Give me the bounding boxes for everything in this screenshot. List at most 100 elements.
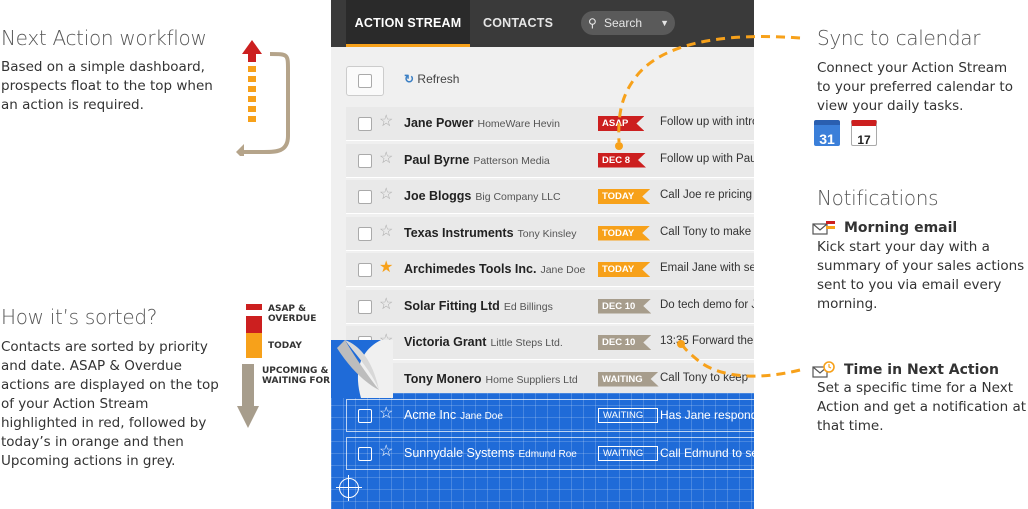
refresh-button[interactable]: ↻ Refresh xyxy=(404,72,459,86)
float-up-arrow-icon xyxy=(236,40,290,156)
tab-action-stream[interactable]: ACTION STREAM xyxy=(346,0,470,47)
star-icon[interactable]: ★ xyxy=(379,259,393,277)
contact-name-text: Texas Instruments xyxy=(404,225,514,240)
contact-company: Jane Doe xyxy=(460,411,503,422)
top-nav-bar: ACTION STREAM CONTACTS ⚲ Search ▼ xyxy=(331,0,754,47)
contact-name[interactable]: Victoria Grant Little Steps Ltd. xyxy=(404,335,563,349)
workflow-text: Based on a simple dashboard, prospects f… xyxy=(1,59,213,113)
contact-name-text: Sunnydale Systems xyxy=(404,446,515,460)
ical-calendar-icon[interactable]: 17 xyxy=(851,120,877,147)
star-icon[interactable]: ☆ xyxy=(379,186,393,204)
contact-company: Edmund Roe xyxy=(518,449,577,460)
table-row[interactable]: ☆ Joe Bloggs Big Company LLC TODAY Call Joe … xyxy=(346,180,754,214)
status-badge: DEC 8 xyxy=(598,153,646,168)
contact-name-text: Acme Inc xyxy=(404,408,457,422)
blueprint-area: ☆ Acme Inc Jane Doe WAITING Has Jane respond… xyxy=(331,393,754,509)
notifications-title: Notifications xyxy=(817,186,939,210)
search-box[interactable]: ⚲ Search ▼ xyxy=(581,11,675,35)
google-calendar-icon[interactable]: 31 xyxy=(814,120,840,147)
table-row[interactable]: ☆ Paul Byrne Patterson Media DEC 8 Follow up… xyxy=(346,143,754,178)
blueprint-row[interactable]: ☆ Acme Inc Jane Doe WAITING Has Jane respond xyxy=(346,399,754,432)
contact-name[interactable]: Tony Monero Home Suppliers Ltd xyxy=(404,372,578,386)
status-badge: TODAY xyxy=(598,226,650,241)
next-action-text[interactable]: Email Jane with se xyxy=(660,262,754,274)
table-row[interactable]: ☆ Jane Power HomeWare Hevin ASAP Follow up w… xyxy=(346,107,754,141)
workflow-title: Next Action workflow xyxy=(1,26,207,50)
legend-today-label: TODAY xyxy=(268,341,302,351)
status-badge: ASAP xyxy=(598,116,644,131)
contact-name-text: Jane Power xyxy=(404,116,474,130)
row-checkbox[interactable] xyxy=(358,226,372,241)
contact-company: Jane Doe xyxy=(540,264,586,276)
contact-name[interactable]: Archimedes Tools Inc. Jane Doe xyxy=(404,262,585,276)
contact-company: Home Suppliers Ltd xyxy=(485,373,578,386)
row-checkbox[interactable] xyxy=(358,409,372,423)
next-action-text[interactable]: Call Joe re pricing xyxy=(660,189,752,201)
contact-company: Tony Kinsley xyxy=(517,227,577,240)
status-badge: WAITING xyxy=(598,446,659,461)
contact-company: Little Steps Ltd. xyxy=(490,337,563,349)
chevron-down-icon[interactable]: ▼ xyxy=(660,11,669,35)
sorted-title: How it’s sorted? xyxy=(1,305,158,329)
star-icon[interactable]: ☆ xyxy=(379,443,393,461)
morning-email-text: Kick start your day with a summary of yo… xyxy=(817,239,1025,312)
contact-name[interactable]: Sunnydale Systems Edmund Roe xyxy=(404,446,577,460)
next-action-text[interactable]: Call Edmund to se xyxy=(660,446,754,460)
contact-company: HomeWare Hevin xyxy=(477,118,560,130)
sorted-text: Contacts are sorted by priority and date… xyxy=(1,339,219,469)
contact-company: Ed Billings xyxy=(503,300,553,313)
row-checkbox[interactable] xyxy=(358,263,372,277)
ical-calendar-day: 17 xyxy=(857,133,871,147)
action-stream-app: ACTION STREAM CONTACTS ⚲ Search ▼ ↻ Refr… xyxy=(331,0,754,509)
contact-name[interactable]: Acme Inc Jane Doe xyxy=(404,408,503,422)
star-icon[interactable]: ☆ xyxy=(379,405,393,423)
email-icon xyxy=(812,221,835,235)
crosshair-icon xyxy=(336,475,362,501)
legend-upcoming-label: UPCOMING & WAITING FOR xyxy=(262,366,331,386)
next-action-text[interactable]: Follow up with Paul xyxy=(660,153,754,165)
sync-text: Connect your Action Stream to your prefe… xyxy=(817,60,1013,114)
star-icon[interactable]: ☆ xyxy=(379,113,393,131)
star-icon[interactable]: ☆ xyxy=(379,150,393,168)
table-row[interactable]: ☆ Texas Instruments Tony Kinsley TODAY Call … xyxy=(346,216,754,251)
next-action-text[interactable]: Follow up with intro xyxy=(660,116,754,128)
row-checkbox[interactable] xyxy=(358,117,372,131)
star-icon[interactable]: ☆ xyxy=(379,223,393,241)
row-checkbox[interactable] xyxy=(358,299,372,314)
contact-name-text: Tony Monero xyxy=(404,371,482,386)
row-checkbox[interactable] xyxy=(358,190,372,204)
refresh-label: Refresh xyxy=(417,72,460,86)
status-badge: TODAY xyxy=(598,189,650,204)
status-badge: DEC 10 xyxy=(598,299,651,314)
contact-name[interactable]: Texas Instruments Tony Kinsley xyxy=(404,226,576,240)
next-action-text[interactable]: Do tech demo for J xyxy=(660,299,754,311)
table-row[interactable]: ☆Tony MoneroHome Suppliers LtdWAITINGCal… xyxy=(346,362,754,397)
contact-name[interactable]: Paul Byrne Patterson Media xyxy=(404,153,550,167)
status-badge: WAITING xyxy=(598,372,659,387)
table-row[interactable]: ☆ Solar Fitting Ltd Ed Billings DEC 10 Do te… xyxy=(346,289,754,324)
page-curl-icon xyxy=(331,340,393,398)
contact-name[interactable]: Jane Power HomeWare Hevin xyxy=(404,116,560,130)
morning-email-title: Morning email xyxy=(844,220,958,236)
next-action-text[interactable]: Call Tony to make xyxy=(660,226,751,238)
status-badge: TODAY xyxy=(598,262,650,277)
table-row[interactable]: ☆Victoria GrantLittle Steps Ltd.DEC 1013… xyxy=(346,326,754,360)
next-action-text[interactable]: Has Jane respond xyxy=(660,408,754,422)
table-row[interactable]: ★ Archimedes Tools Inc. Jane Doe TODAY Email… xyxy=(346,253,754,287)
contact-name[interactable]: Joe Bloggs Big Company LLC xyxy=(404,189,561,203)
next-action-text[interactable]: 13:35 Forward the xyxy=(660,335,753,347)
time-in-next-action-title: Time in Next Action xyxy=(844,362,999,378)
legend-today-swatch xyxy=(246,333,262,358)
row-checkbox[interactable] xyxy=(358,447,372,461)
row-checkbox[interactable] xyxy=(358,153,372,168)
select-all-checkbox[interactable] xyxy=(346,66,384,96)
legend-upcoming-arrow-icon xyxy=(237,364,259,428)
contact-name[interactable]: Solar Fitting Ltd Ed Billings xyxy=(404,299,553,313)
blueprint-row[interactable]: ☆ Sunnydale Systems Edmund Roe WAITING Call … xyxy=(346,437,754,470)
google-calendar-day: 31 xyxy=(819,131,835,147)
tab-contacts[interactable]: CONTACTS xyxy=(483,0,553,47)
next-action-text[interactable]: Call Tony to keep xyxy=(660,372,748,384)
legend-asap: ASAP & OVERDUE xyxy=(246,304,316,336)
star-icon[interactable]: ☆ xyxy=(379,296,393,314)
contact-name-text: Victoria Grant xyxy=(404,335,487,349)
